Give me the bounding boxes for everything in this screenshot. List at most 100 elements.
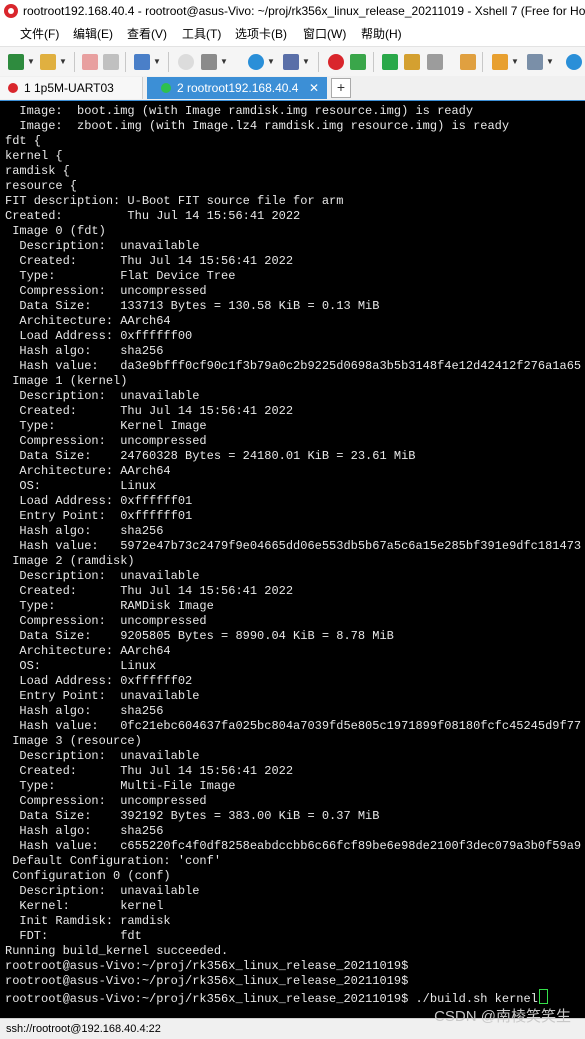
help-icon[interactable] [566, 54, 582, 70]
terminal-cursor [538, 989, 548, 1004]
new-session-icon[interactable] [8, 54, 24, 70]
connection-status: ssh://rootroot@192.168.40.4:22 [6, 1023, 161, 1035]
terminal-line: Data Size: 24760328 Bytes = 24180.01 KiB… [5, 449, 416, 463]
terminal-line: OS: Linux [5, 479, 157, 493]
chevron-down-icon[interactable]: ▼ [546, 57, 554, 67]
terminal-line: Load Address: 0xffffff02 [5, 674, 193, 688]
terminal-line: Type: Kernel Image [5, 419, 207, 433]
lock-icon[interactable] [404, 54, 420, 70]
terminal-output[interactable]: Image: boot.img (with Image ramdisk.img … [0, 101, 585, 1018]
menu-tabs[interactable]: 选项卡(B) [233, 22, 289, 46]
script-icon[interactable] [427, 54, 443, 70]
fullscreen-icon[interactable] [382, 54, 398, 70]
toolbar-divider [168, 52, 169, 72]
terminal-line: Hash algo: sha256 [5, 704, 164, 718]
terminal-line: Kernel: kernel [5, 899, 164, 913]
chevron-down-icon[interactable]: ▼ [59, 57, 67, 67]
toolbar: ▼ ▼ ▼ ▼ ▼ ▼ ▼ ▼ [0, 46, 585, 78]
terminal-line: Default Configuration: 'conf' [5, 854, 222, 868]
terminal-line: Hash algo: sha256 [5, 344, 164, 358]
terminal-line: Description: unavailable [5, 389, 200, 403]
xshell-app-icon [4, 4, 18, 18]
toolbar-divider [74, 52, 75, 72]
menu-bar: 文件(F) 编辑(E) 查看(V) 工具(T) 选项卡(B) 窗口(W) 帮助(… [0, 22, 585, 46]
terminal-line: Description: unavailable [5, 749, 200, 763]
chevron-down-icon[interactable]: ▼ [511, 57, 519, 67]
terminal-line: OS: Linux [5, 659, 157, 673]
terminal-line: Created: Thu Jul 14 15:56:41 2022 [5, 764, 294, 778]
toolbar-divider [318, 52, 319, 72]
font-icon[interactable] [283, 54, 299, 70]
terminal-line: kernel { [5, 149, 63, 163]
pencil-icon[interactable] [460, 54, 476, 70]
menu-tools[interactable]: 工具(T) [180, 22, 223, 46]
terminal-line: Architecture: AArch64 [5, 464, 171, 478]
chevron-down-icon[interactable]: ▼ [302, 57, 310, 67]
terminal-line: Type: Multi-File Image [5, 779, 236, 793]
terminal-line: Init Ramdisk: ramdisk [5, 914, 171, 928]
status-connected-icon [161, 83, 171, 93]
terminal-line: fdt { [5, 134, 42, 148]
status-disconnected-icon [8, 83, 18, 93]
reconnect-icon[interactable] [103, 54, 119, 70]
prompt-command: rootroot@asus-Vivo:~/proj/rk356x_linux_r… [5, 992, 538, 1006]
terminal-line: Architecture: AArch64 [5, 644, 171, 658]
toolbar-divider [125, 52, 126, 72]
terminal-line: Image: boot.img (with Image ramdisk.img … [5, 104, 474, 118]
menu-window[interactable]: 窗口(W) [301, 22, 348, 46]
terminal-line: Data Size: 133713 Bytes = 130.58 KiB = 0… [5, 299, 380, 313]
terminal-prompt-line: rootroot@asus-Vivo:~/proj/rk356x_linux_r… [5, 989, 548, 1006]
menu-view[interactable]: 查看(V) [125, 22, 169, 46]
tab-session-2[interactable]: 2 rootroot192.168.40.4 ✕ [147, 77, 327, 99]
menu-edit[interactable]: 编辑(E) [71, 22, 115, 46]
terminal-line: rootroot@asus-Vivo:~/proj/rk356x_linux_r… [5, 959, 409, 973]
terminal-line: Image 0 (fdt) [5, 224, 106, 238]
tab-label: 2 rootroot192.168.40.4 [177, 81, 299, 95]
open-folder-icon[interactable] [40, 54, 56, 70]
terminal-line: ramdisk { [5, 164, 70, 178]
session-tab-bar: 1 1p5M-UART03 2 rootroot192.168.40.4 ✕ + [0, 76, 585, 102]
terminal-line: Hash value: 0fc21ebc604637fa025bc804a703… [5, 719, 582, 733]
terminal-line: resource { [5, 179, 78, 193]
terminal-line: Image 3 (resource) [5, 734, 142, 748]
terminal-line: Type: RAMDisk Image [5, 599, 214, 613]
terminal-line: Created: Thu Jul 14 15:56:41 2022 [5, 404, 294, 418]
xshell-icon[interactable] [328, 54, 344, 70]
chevron-down-icon[interactable]: ▼ [153, 57, 161, 67]
globe-icon[interactable] [248, 54, 264, 70]
terminal-line: Description: unavailable [5, 884, 200, 898]
terminal-line: Data Size: 392192 Bytes = 383.00 KiB = 0… [5, 809, 380, 823]
xftp-icon[interactable] [350, 54, 366, 70]
terminal-line: Image 1 (kernel) [5, 374, 128, 388]
terminal-line: Created: Thu Jul 14 15:56:41 2022 [5, 209, 301, 223]
title-bar: rootroot192.168.40.4 - rootroot@asus-Viv… [0, 0, 585, 22]
chevron-down-icon[interactable]: ▼ [27, 57, 35, 67]
chevron-down-icon[interactable]: ▼ [267, 57, 275, 67]
find-icon[interactable] [178, 54, 194, 70]
keyboard-icon[interactable] [201, 54, 217, 70]
new-tab-button[interactable]: + [331, 78, 351, 98]
menu-help[interactable]: 帮助(H) [359, 22, 404, 46]
terminal-line: Load Address: 0xffffff01 [5, 494, 193, 508]
terminal-line: Compression: uncompressed [5, 434, 207, 448]
terminal-line: FDT: fdt [5, 929, 142, 943]
terminal-line: Image 2 (ramdisk) [5, 554, 135, 568]
terminal-line: Entry Point: unavailable [5, 689, 200, 703]
terminal-line: Data Size: 9205805 Bytes = 8990.04 KiB =… [5, 629, 394, 643]
layout-icon[interactable] [527, 54, 543, 70]
terminal-line: Type: Flat Device Tree [5, 269, 236, 283]
disconnect-icon[interactable] [82, 54, 98, 70]
terminal-line: Hash algo: sha256 [5, 824, 164, 838]
watermark: CSDN @南棱笑笑生 [434, 1008, 571, 1025]
menu-file[interactable]: 文件(F) [18, 22, 61, 46]
transfer-icon[interactable] [134, 54, 150, 70]
terminal-line: Load Address: 0xffffff00 [5, 329, 193, 343]
add-layout-icon[interactable] [492, 54, 508, 70]
tab-session-1[interactable]: 1 1p5M-UART03 [0, 77, 143, 99]
terminal-line: Configuration 0 (conf) [5, 869, 171, 883]
chevron-down-icon[interactable]: ▼ [220, 57, 228, 67]
terminal-line: Hash value: da3e9bfff0cf90c1f3b79a0c2b92… [5, 359, 582, 373]
terminal-line: Entry Point: 0xffffff01 [5, 509, 193, 523]
close-icon[interactable]: ✕ [309, 77, 319, 99]
terminal-line: Compression: uncompressed [5, 284, 207, 298]
